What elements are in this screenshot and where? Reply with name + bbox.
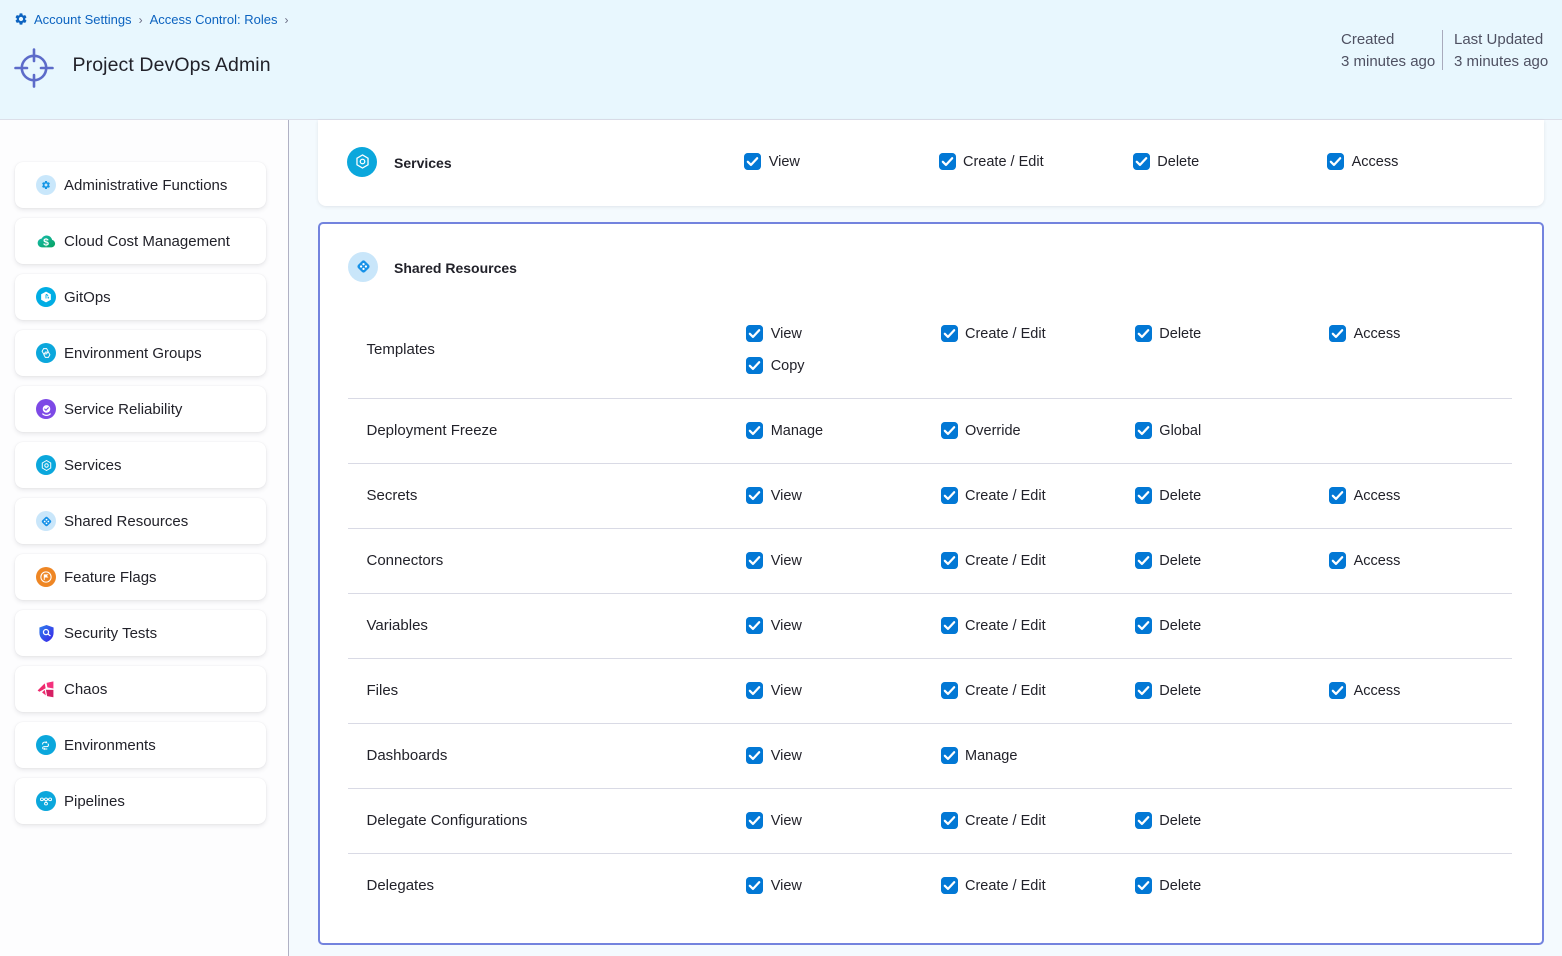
svg-text:$: $ [43,237,49,248]
